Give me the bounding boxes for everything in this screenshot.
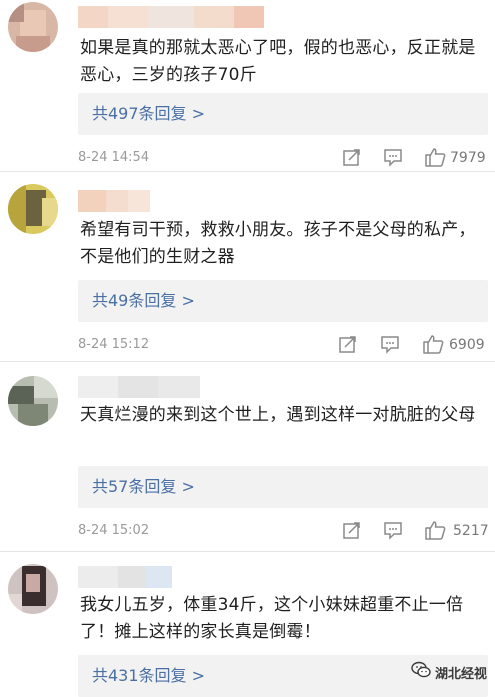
comment-item: 如果是真的那就太恶心了吧，假的也恶心，反正就是恶心，三岁的孩子70斤 共497条…: [0, 0, 495, 172]
comment-icon[interactable]: [380, 334, 400, 358]
comment-item: 希望有司干预，救救小朋友。孩子不是父母的私产，不是他们的生财之器 共49条回复 …: [0, 172, 495, 362]
view-replies-link[interactable]: 共431条回复 >: [92, 655, 205, 697]
reply-box[interactable]: 共57条回复 >: [78, 466, 488, 508]
comment-icon[interactable]: [383, 147, 403, 171]
avatar[interactable]: [8, 564, 58, 614]
comment-icon[interactable]: [383, 520, 403, 544]
comment-text: 希望有司干预，救救小朋友。孩子不是父母的私产，不是他们的生财之器: [80, 220, 476, 267]
reply-box[interactable]: 共49条回复 >: [78, 280, 488, 322]
comment-meta: 8-24 15:02 5217: [78, 520, 489, 544]
like-icon[interactable]: [422, 334, 444, 358]
share-icon[interactable]: [342, 147, 362, 171]
comment-text: 天真烂漫的来到这个世上，遇到这样一对肮脏的父母: [80, 405, 476, 425]
view-replies-link[interactable]: 共49条回复 >: [92, 280, 195, 322]
wechat-icon: [411, 661, 431, 683]
watermark: 湖北经视: [411, 661, 487, 683]
comment-meta: 8-24 14:54 7979: [78, 147, 488, 169]
like-icon[interactable]: [424, 520, 446, 544]
username-blurred[interactable]: [78, 566, 172, 588]
avatar[interactable]: [8, 184, 58, 234]
watermark-text: 湖北经视: [434, 666, 487, 682]
like-count: 7979: [450, 150, 486, 166]
avatar[interactable]: [8, 376, 58, 426]
share-icon[interactable]: [342, 520, 362, 544]
comment-item: 天真烂漫的来到这个世上，遇到这样一对肮脏的父母 共57条回复 > 8-24 15…: [0, 362, 495, 552]
timestamp: 8-24 15:12: [78, 337, 150, 352]
comment-text: 我女儿五岁，体重34斤，这个小妹妹超重不止一倍了！摊上这样的家长真是倒霉！: [80, 595, 464, 642]
avatar[interactable]: [8, 2, 58, 52]
username-blurred[interactable]: [78, 376, 200, 398]
like-count: 5217: [453, 523, 489, 539]
comment-text: 如果是真的那就太恶心了吧，假的也恶心，反正就是恶心，三岁的孩子70斤: [80, 38, 476, 85]
share-icon[interactable]: [338, 334, 358, 358]
comment-meta: 8-24 15:12 6909: [78, 334, 488, 356]
username-blurred[interactable]: [78, 190, 150, 212]
timestamp: 8-24 14:54: [78, 150, 150, 165]
view-replies-link[interactable]: 共497条回复 >: [92, 93, 205, 135]
reply-box[interactable]: 共497条回复 >: [78, 93, 488, 135]
timestamp: 8-24 15:02: [78, 523, 150, 538]
view-replies-link[interactable]: 共57条回复 >: [92, 466, 195, 508]
username-blurred[interactable]: [78, 6, 264, 28]
like-count: 6909: [449, 337, 485, 353]
like-icon[interactable]: [424, 147, 446, 171]
